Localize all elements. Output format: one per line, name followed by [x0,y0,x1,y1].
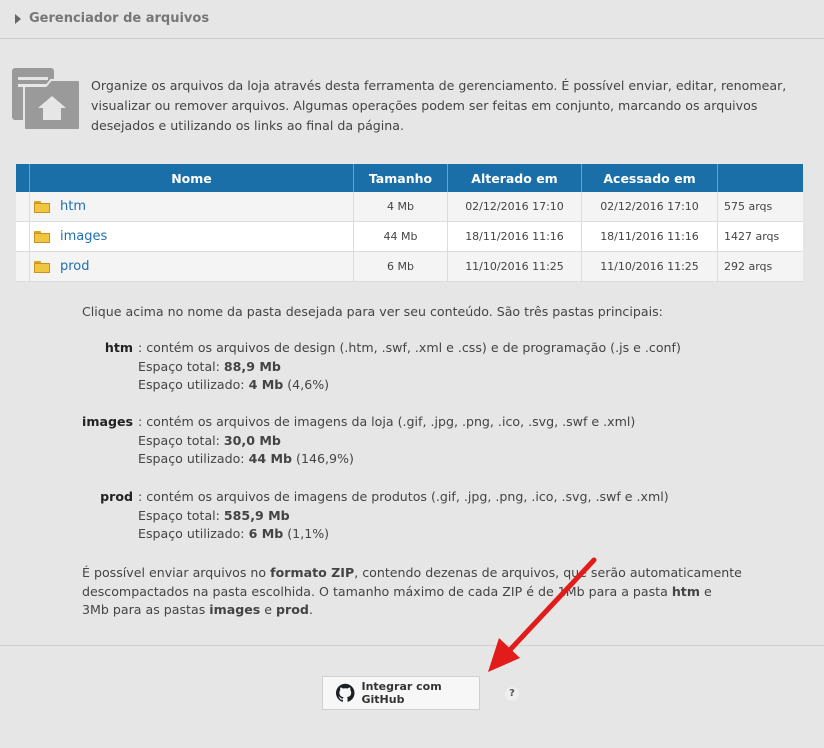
folder-link[interactable]: images [60,229,107,244]
file-manager-icon [12,68,81,131]
accessed-cell: 18/11/2016 11:16 [581,221,718,252]
table-row[interactable]: images 44 Mb 18/11/2016 11:16 18/11/2016… [16,221,803,252]
folder-cell: prod [29,251,354,282]
divider [0,645,824,646]
total-label: Espaço total: [138,432,224,448]
folder-link[interactable]: htm [60,199,86,214]
folder-link[interactable]: prod [60,259,90,274]
folder-icon [34,200,50,213]
total-value: 88,9 Mb [223,358,281,374]
size-cell: 4 Mb [353,192,448,222]
expand-triangle-icon[interactable] [15,14,21,24]
github-button-label: Integrar com GitHub [361,680,442,706]
row-select[interactable] [16,192,30,222]
count-cell: 1427 arqs [717,221,803,252]
section-header[interactable]: Gerenciador de arquivos [0,0,824,39]
altered-cell: 02/12/2016 17:10 [447,192,582,222]
table-row[interactable]: prod 6 Mb 11/10/2016 11:25 11/10/2016 11… [16,251,803,282]
total-label: Espaço total: [138,507,224,523]
folder-info-label: prod [100,489,133,504]
count-cell: 292 arqs [717,251,803,282]
help-icon[interactable]: ? [505,687,519,701]
used-value: 4 Mb [248,377,284,392]
size-cell: 44 Mb [353,221,448,252]
size-cell: 6 Mb [353,251,448,282]
row-select[interactable] [16,251,30,282]
used-percent: (146,9%) [292,451,354,466]
count-cell: 575 arqs [717,192,803,222]
folder-info-label: images [82,414,133,429]
total-value: 30,0 Mb [223,432,281,448]
header-count [717,164,803,192]
used-label: Espaço utilizado: [138,451,249,466]
row-select[interactable] [16,221,30,252]
folders-description: Clique acima no nome da pasta desejada p… [82,303,742,617]
folder-icon [34,230,50,243]
folder-info-text: : contém os arquivos de design (.htm, .s… [138,340,681,355]
folder-info-text: : contém os arquivos de imagens da loja … [138,414,636,429]
used-value: 44 Mb [248,451,293,466]
github-integrate-button[interactable]: Integrar com GitHub [322,676,480,710]
header-select [16,164,30,192]
total-value: 585,9 Mb [223,507,290,523]
header-altered[interactable]: Alterado em [447,164,582,192]
folder-icon [34,260,50,273]
used-label: Espaço utilizado: [138,377,249,392]
folder-cell: images [29,221,354,252]
total-label: Espaço total: [138,358,224,374]
altered-cell: 11/10/2016 11:25 [447,251,582,282]
intro-text: Organize os arquivos da loja através des… [91,78,787,133]
used-label: Espaço utilizado: [138,526,249,541]
header-accessed[interactable]: Acessado em [581,164,718,192]
files-table: Nome Tamanho Alterado em Acessado em htm… [16,164,803,282]
folder-info-label: htm [104,340,133,355]
github-icon [336,683,355,702]
altered-cell: 18/11/2016 11:16 [447,221,582,252]
header-size[interactable]: Tamanho [353,164,448,192]
description-lead: Clique acima no nome da pasta desejada p… [82,304,663,319]
zip-info: É possível enviar arquivos no formato ZI… [82,565,742,617]
accessed-cell: 11/10/2016 11:25 [581,251,718,282]
used-percent: (1,1%) [283,526,330,541]
header-name[interactable]: Nome [29,164,354,192]
accessed-cell: 02/12/2016 17:10 [581,192,718,222]
used-percent: (4,6%) [283,377,330,392]
used-value: 6 Mb [248,526,284,541]
table-row[interactable]: htm 4 Mb 02/12/2016 17:10 02/12/2016 17:… [16,192,803,222]
section-title: Gerenciador de arquivos [29,11,210,26]
folder-cell: htm [29,192,354,222]
folder-info-text: : contém os arquivos de imagens de produ… [138,489,669,504]
table-header-row: Nome Tamanho Alterado em Acessado em [16,164,803,192]
